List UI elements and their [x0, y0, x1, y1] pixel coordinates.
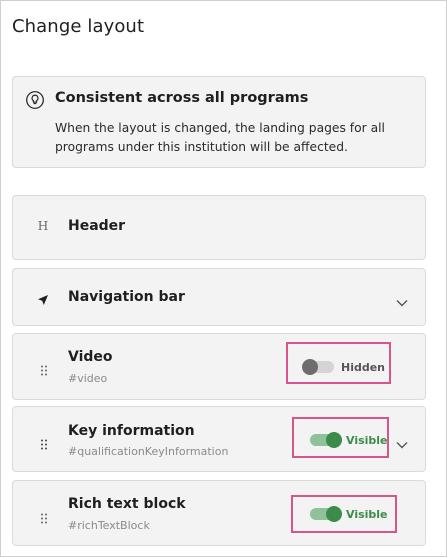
row-label: Navigation bar	[68, 289, 185, 305]
row-label: Header	[68, 218, 126, 234]
row-label: Rich text block	[68, 496, 186, 512]
info-title: Consistent across all programs	[55, 90, 309, 106]
row-anchor-id: #video	[68, 372, 108, 385]
chevron-down-icon[interactable]	[395, 435, 409, 449]
drag-handle-icon[interactable]	[41, 509, 47, 524]
row-label: Video	[68, 349, 113, 365]
drag-handle-icon[interactable]	[41, 435, 47, 450]
row-anchor-id: #richTextBlock	[68, 519, 150, 532]
highlight-box	[292, 417, 389, 458]
info-body: When the layout is changed, the landing …	[55, 121, 385, 154]
row-anchor-id: #qualificationKeyInformation	[68, 445, 229, 458]
highlight-box	[286, 342, 391, 384]
header-h-icon: H	[37, 219, 49, 233]
layout-row-header[interactable]: H Header	[12, 195, 426, 260]
lightbulb-icon	[26, 91, 44, 109]
highlight-box	[291, 495, 397, 533]
navigation-arrow-icon	[37, 291, 49, 310]
drag-handle-icon[interactable]	[41, 361, 47, 376]
row-label: Key information	[68, 423, 195, 439]
page-title: Change layout	[12, 16, 145, 37]
chevron-down-icon[interactable]	[395, 293, 409, 307]
change-layout-panel: Change layout Consistent across all prog…	[0, 0, 447, 557]
layout-row-navigation-bar[interactable]: Navigation bar	[12, 268, 426, 326]
info-card: Consistent across all programs When the …	[12, 76, 426, 168]
